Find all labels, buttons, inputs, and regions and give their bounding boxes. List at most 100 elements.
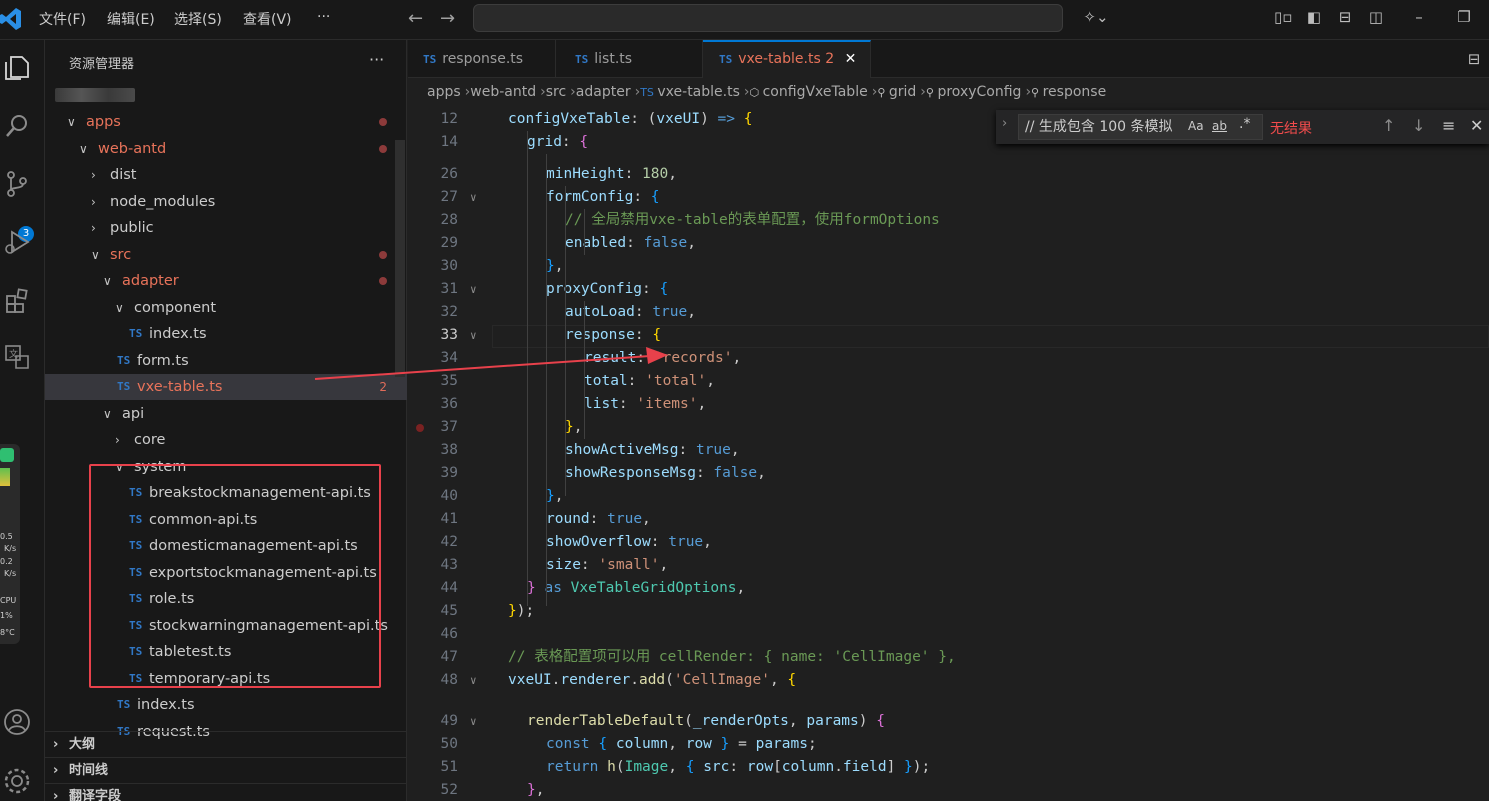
explorer-icon[interactable] xyxy=(2,53,32,83)
code-line: result: 'records', xyxy=(584,350,742,366)
tree-item-label: adapter xyxy=(122,273,179,289)
breadcrumb-item[interactable]: ⚲ proxyConfig xyxy=(926,84,1022,100)
chevron-right-icon: › xyxy=(53,737,59,752)
tree-item-label: index.ts xyxy=(137,697,195,713)
line-number: 52 xyxy=(440,782,458,798)
close-find-icon[interactable]: ✕ xyxy=(1470,116,1483,135)
breadcrumb-item[interactable]: TS vxe-table.ts xyxy=(640,84,740,100)
tree-item[interactable]: › core xyxy=(45,427,407,453)
code-line: minHeight: 180, xyxy=(546,166,677,182)
tree-item[interactable]: ∨ web-antd xyxy=(45,136,407,162)
fold-chevron-icon[interactable]: ∨ xyxy=(470,669,477,692)
search-icon[interactable] xyxy=(2,111,32,141)
chevron-down-icon: ∨ xyxy=(103,274,112,288)
split-editor-icon[interactable]: ⊟ xyxy=(1465,50,1483,68)
chevron-down-icon: ∨ xyxy=(91,247,100,262)
breadcrumb-item[interactable]: adapter xyxy=(576,84,631,100)
maximize-icon[interactable]: ❐ xyxy=(1455,8,1473,26)
chevron-right-icon: › xyxy=(91,221,96,235)
run-debug-icon[interactable] xyxy=(2,227,32,257)
close-tab-icon[interactable]: ✕ xyxy=(845,51,857,67)
upload-speed: 0.5 xyxy=(0,532,13,541)
customize-layout-icon[interactable]: ▯▫ xyxy=(1274,8,1292,26)
tree-item-label: api xyxy=(122,405,145,422)
tree-item[interactable]: ∨ adapter xyxy=(45,268,407,294)
copilot-icon[interactable]: ✧⌄ xyxy=(1078,8,1114,26)
previous-match-icon[interactable]: ↑ xyxy=(1382,116,1395,135)
fold-chevron-icon[interactable]: ∨ xyxy=(470,710,477,733)
source-control-icon[interactable] xyxy=(2,169,32,199)
tree-item[interactable]: ∨ src xyxy=(45,242,407,268)
next-match-icon[interactable]: ↓ xyxy=(1412,116,1425,135)
toggle-primary-sidebar-icon[interactable]: ◧ xyxy=(1305,8,1323,26)
tab-response[interactable]: TS response.ts xyxy=(408,40,556,78)
translate-icon[interactable]: 文 xyxy=(2,342,32,372)
breadcrumb-item[interactable]: src xyxy=(546,84,566,100)
chevron-down-icon: ∨ xyxy=(67,115,76,129)
line-number: 33 xyxy=(440,327,458,343)
line-number: 51 xyxy=(440,759,458,775)
tree-item[interactable]: TS form.ts xyxy=(45,348,407,374)
chevron-down-icon: ∨ xyxy=(103,406,112,421)
fold-chevron-icon[interactable]: ∨ xyxy=(470,278,477,301)
command-center-search[interactable] xyxy=(473,4,1063,32)
typescript-icon: TS xyxy=(117,353,131,367)
fold-chevron-icon[interactable]: ∨ xyxy=(470,186,477,209)
toggle-replace-icon[interactable]: › xyxy=(1002,116,1007,131)
tree-item-label: vxe-table.ts xyxy=(137,379,223,395)
use-regex-button[interactable]: .* xyxy=(1239,116,1250,132)
breadcrumb-item[interactable]: apps xyxy=(427,84,461,100)
code-line: showActiveMsg: true, xyxy=(565,442,740,458)
code-editor[interactable]: 12 configVxeTable: (vxeUI) => {14 grid: {2… xyxy=(408,108,1489,801)
tree-item[interactable]: TS vxe-table.ts 2 xyxy=(45,374,407,400)
explorer-title: 资源管理器 xyxy=(69,57,135,72)
sidebar-section[interactable]: › 翻译字段 xyxy=(45,783,407,801)
tree-item[interactable]: TS index.ts xyxy=(45,321,407,347)
sidebar-section[interactable]: › 大纲 xyxy=(45,731,407,757)
code-line: size: 'small', xyxy=(546,557,669,573)
menu-selection[interactable]: 选择(S) xyxy=(174,9,222,29)
toggle-secondary-sidebar-icon[interactable]: ◫ xyxy=(1367,8,1385,26)
tree-item[interactable]: ∨ apps xyxy=(45,109,407,135)
breadcrumb-label: vxe-table.ts xyxy=(657,84,740,100)
activity-bar: 3 文 0.5 K/s 0.2 K/s CPU 1% 8°C xyxy=(0,40,45,801)
fold-chevron-icon[interactable]: ∨ xyxy=(470,324,477,347)
sidebar-scrollbar[interactable] xyxy=(395,140,405,377)
tree-item[interactable]: › node_modules xyxy=(45,189,407,215)
menu-file[interactable]: 文件(F) xyxy=(39,9,86,29)
vscode-logo-icon[interactable] xyxy=(0,6,22,32)
breadcrumb-item[interactable]: ⚲ response xyxy=(1031,84,1106,100)
match-case-button[interactable]: Aa xyxy=(1188,119,1204,133)
tree-item[interactable]: ∨ component xyxy=(45,295,407,321)
typescript-icon: TS xyxy=(719,53,733,66)
settings-gear-icon[interactable] xyxy=(2,766,32,796)
tab-vxe-table[interactable]: TS vxe-table.ts 2 ✕ xyxy=(703,40,871,78)
extensions-icon[interactable] xyxy=(2,286,32,316)
method-icon: ⬡ xyxy=(749,86,763,99)
tree-item-label: src xyxy=(110,246,132,263)
find-in-selection-icon[interactable]: ≡ xyxy=(1442,116,1455,135)
tab-label: list.ts xyxy=(594,51,633,67)
menu-more[interactable]: ··· xyxy=(317,9,330,25)
match-whole-word-button[interactable]: ab xyxy=(1212,119,1227,133)
tab-list[interactable]: TS list.ts xyxy=(556,40,703,78)
typescript-icon: TS xyxy=(129,327,143,340)
sidebar-section[interactable]: › 时间线 xyxy=(45,757,407,783)
menu-edit[interactable]: 编辑(E) xyxy=(107,9,155,29)
tree-item[interactable]: TS index.ts xyxy=(45,692,407,718)
breadcrumb-item[interactable]: ⚲ grid xyxy=(877,84,916,100)
back-arrow-icon[interactable]: ← xyxy=(408,8,423,29)
menu-view[interactable]: 查看(V) xyxy=(243,9,292,29)
tree-item[interactable]: ∨ api xyxy=(45,401,407,427)
forward-arrow-icon[interactable]: → xyxy=(440,8,455,29)
more-actions-icon[interactable]: ··· xyxy=(369,50,384,69)
breadcrumb-item[interactable]: web-antd xyxy=(470,84,536,100)
tree-item[interactable]: › public xyxy=(45,215,407,241)
breadcrumb-item[interactable]: ⬡ configVxeTable xyxy=(750,84,868,100)
toggle-panel-icon[interactable]: ⊟ xyxy=(1336,8,1354,26)
tree-item[interactable]: › dist xyxy=(45,162,407,188)
account-icon[interactable] xyxy=(2,707,32,737)
minimize-icon[interactable]: – xyxy=(1410,8,1428,26)
line-number: 12 xyxy=(440,111,458,127)
line-number: 34 xyxy=(440,350,458,366)
